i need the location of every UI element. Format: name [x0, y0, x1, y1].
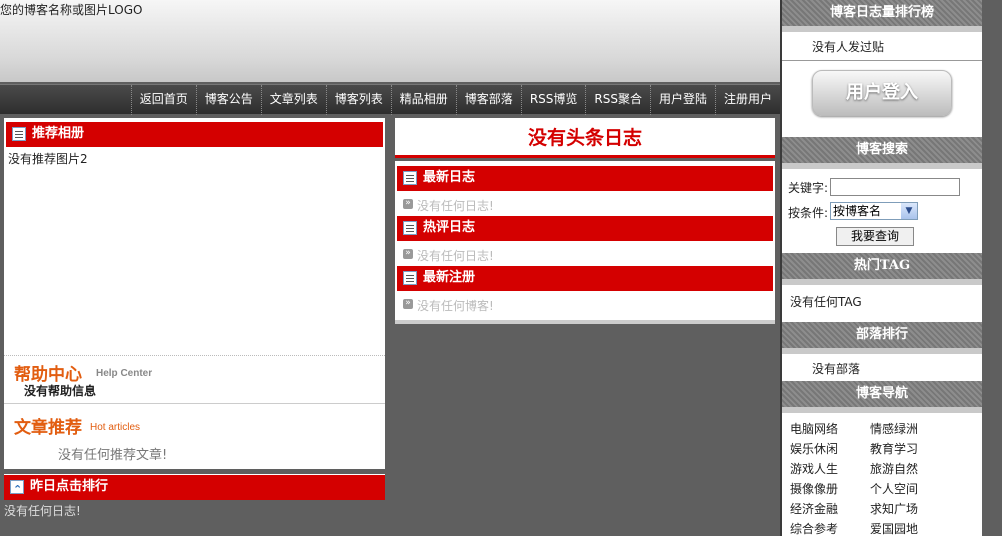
nav-item[interactable]: 文章列表 — [260, 85, 326, 115]
recommend-album-title: 推荐相册 — [32, 126, 85, 141]
left-panel: 推荐相册 没有推荐图片2 帮助中心 Help Center 没有帮助信息 文章推… — [4, 118, 385, 469]
recommend-album-text: 没有推荐图片2 — [8, 152, 88, 166]
separator — [782, 26, 982, 32]
latest-logs-title: 最新日志 — [423, 170, 476, 185]
separator — [782, 348, 982, 354]
hot-comments-title: 热评日志 — [423, 220, 476, 235]
hot-tag-text: 没有任何TAG — [790, 295, 862, 309]
site-logo[interactable]: 您的博客名称或图片LOGO — [0, 1, 142, 18]
main-nav: 返回首页 博客公告 文章列表 博客列表 精品相册 博客部落 RSS博览 RSS聚合 用户登陆 注册… — [0, 84, 780, 115]
nav-item[interactable]: 精品相册 — [390, 85, 456, 115]
divider — [782, 60, 982, 61]
chevron-up-icon[interactable] — [10, 478, 24, 502]
site-header: 您的博客名称或图片LOGO — [0, 0, 780, 82]
blog-nav-category[interactable]: 个人空间 — [870, 480, 918, 497]
search-header: 博客搜索 — [782, 137, 982, 163]
list-icon — [403, 271, 417, 285]
login-button[interactable]: 用户登入 — [812, 70, 952, 116]
nav-item[interactable]: 博客列表 — [325, 85, 391, 115]
recommend-album-header: 推荐相册 — [6, 121, 383, 147]
latest-logs-item: 没有任何日志! — [403, 197, 494, 214]
latest-register-title: 最新注册 — [423, 270, 476, 285]
divider — [4, 403, 385, 404]
right-sidebar: 博客日志量排行榜 没有人发过贴 用户登入 博客搜索 关键字: 按条件: 按博客名… — [780, 0, 982, 536]
blog-nav-header: 博客导航 — [782, 381, 982, 407]
blog-nav-category[interactable]: 旅游自然 — [870, 460, 918, 477]
headline-box: 没有头条日志 — [395, 118, 775, 158]
condition-selected: 按博客名 — [833, 204, 882, 218]
condition-label: 按条件: — [788, 206, 829, 220]
yesterday-rank-text: 没有任何日志! — [4, 504, 81, 518]
tribe-text: 没有部落 — [812, 362, 861, 376]
latest-register-item: 没有任何博客! — [403, 297, 494, 314]
nav-item[interactable]: 博客部落 — [455, 85, 521, 115]
condition-select[interactable]: 按博客名 ▼ — [830, 202, 918, 220]
hot-comments-item: 没有任何日志! — [403, 247, 494, 264]
blog-nav-category[interactable]: 摄像像册 — [790, 480, 838, 497]
blog-nav-category[interactable]: 娱乐休闲 — [790, 440, 838, 457]
keyword-label: 关键字: — [788, 181, 829, 195]
nav-item[interactable]: RSS聚合 — [585, 85, 650, 115]
nav-item[interactable]: 博客公告 — [195, 85, 261, 115]
hot-articles-subtitle: Hot articles — [90, 422, 141, 433]
page-edge — [982, 0, 1002, 536]
nav-item[interactable]: 用户登陆 — [649, 85, 715, 115]
list-icon — [403, 221, 417, 235]
latest-logs-header: 最新日志 — [397, 165, 773, 191]
help-center-subtitle: Help Center — [96, 368, 153, 379]
separator — [782, 163, 982, 169]
hot-articles-title: 文章推荐 — [14, 418, 82, 438]
headline-title[interactable]: 没有头条日志 — [395, 123, 775, 150]
album-icon — [12, 127, 26, 141]
nav-item[interactable]: 注册用户 — [714, 85, 780, 115]
hot-comments-header: 热评日志 — [397, 215, 773, 241]
blog-nav-category[interactable]: 求知广场 — [870, 500, 918, 517]
separator — [782, 407, 982, 413]
yesterday-rank-header: 昨日点击排行 — [4, 474, 385, 502]
blog-nav-category[interactable]: 经济金融 — [790, 500, 838, 517]
middle-panel: 最新日志 没有任何日志! 热评日志 没有任何日志! 最新注册 没有任何博客! — [395, 161, 775, 324]
divider — [4, 355, 385, 356]
blog-nav-category[interactable]: 情感绿洲 — [870, 420, 918, 437]
yesterday-rank-title: 昨日点击排行 — [30, 479, 109, 494]
nav-item[interactable]: RSS博览 — [520, 85, 586, 115]
hot-articles-text: 没有任何推荐文章! — [58, 448, 168, 463]
list-icon — [403, 171, 417, 185]
blog-nav-category[interactable]: 爱国园地 — [870, 520, 918, 536]
tribe-header: 部落排行 — [782, 322, 982, 348]
ranking-text: 没有人发过贴 — [812, 40, 885, 54]
separator — [782, 279, 982, 285]
nav-item[interactable]: 返回首页 — [130, 85, 196, 115]
help-info-text: 没有帮助信息 — [24, 384, 97, 398]
latest-register-header: 最新注册 — [397, 265, 773, 291]
search-button[interactable]: 我要查询 — [836, 227, 914, 246]
hot-tag-header: 热门TAG — [782, 253, 982, 279]
blog-nav-category[interactable]: 教育学习 — [870, 440, 918, 457]
nav-items: 返回首页 博客公告 文章列表 博客列表 精品相册 博客部落 RSS博览 RSS聚合 用户登陆 注册… — [130, 85, 780, 115]
chevron-down-icon[interactable]: ▼ — [901, 203, 917, 219]
blog-nav-category[interactable]: 综合参考 — [790, 520, 838, 536]
blog-nav-category[interactable]: 电脑网络 — [790, 420, 838, 437]
blog-nav-category[interactable]: 游戏人生 — [790, 460, 838, 477]
keyword-input[interactable] — [830, 178, 960, 196]
ranking-header: 博客日志量排行榜 — [782, 0, 982, 26]
